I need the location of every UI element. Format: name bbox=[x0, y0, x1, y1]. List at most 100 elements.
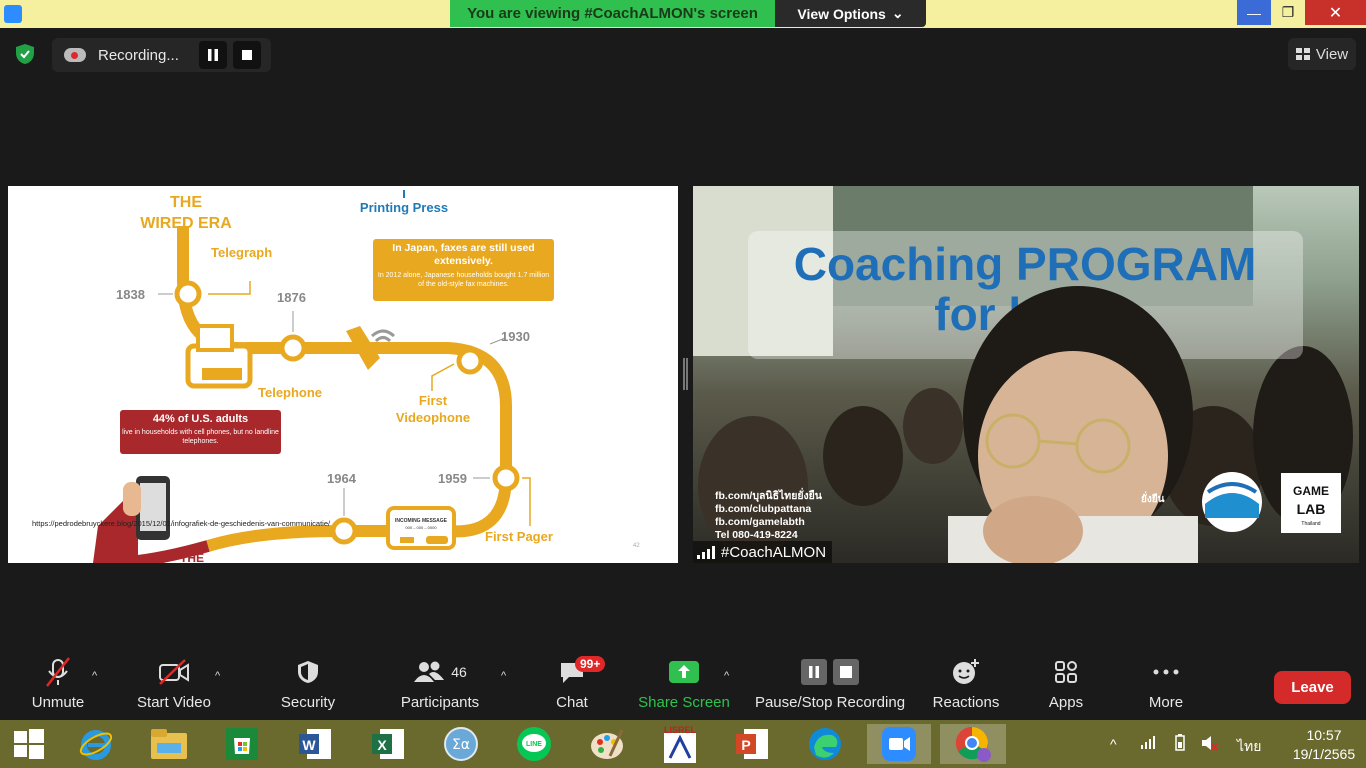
start-video-button[interactable]: Start Video bbox=[132, 650, 216, 720]
video-camera-off-icon bbox=[159, 659, 189, 685]
pager-number-text: 000 – 000 – 0000 bbox=[405, 525, 437, 530]
network-signal-icon[interactable] bbox=[1140, 734, 1156, 750]
participants-button[interactable]: 46 Participants bbox=[396, 650, 484, 720]
zoom-app-icon bbox=[882, 727, 916, 761]
the-partial-heading: THE bbox=[180, 551, 204, 563]
more-button[interactable]: More bbox=[1138, 650, 1194, 720]
source-url: https://pedrodebruyckere.blog/2015/12/01… bbox=[32, 519, 331, 528]
link-line-2: fb.com/clubpattana bbox=[715, 503, 811, 515]
security-label: Security bbox=[280, 694, 336, 711]
participant-name: #CoachALMON bbox=[721, 543, 827, 561]
leave-label: Leave bbox=[1291, 679, 1334, 696]
view-options-label: View Options bbox=[797, 5, 886, 22]
foundation-logo bbox=[1202, 472, 1262, 532]
microsoft-excel-icon: X bbox=[372, 729, 404, 759]
share-screen-icon bbox=[669, 661, 699, 683]
taskbar-math-app[interactable]: Σα bbox=[440, 724, 482, 764]
view-options-button[interactable]: View Options ⌄ bbox=[775, 0, 926, 27]
math-formula-icon: Σα bbox=[444, 727, 478, 761]
taskbar-line[interactable]: LINE bbox=[513, 724, 555, 764]
speaker-muted-icon[interactable] bbox=[1200, 734, 1218, 752]
apps-button[interactable]: Apps bbox=[1040, 650, 1092, 720]
reactions-label: Reactions bbox=[932, 694, 1000, 711]
year-1964: 1964 bbox=[327, 471, 357, 486]
lisrel-label: LISREL bbox=[664, 725, 697, 735]
lisrel-app-icon: LISREL bbox=[664, 725, 697, 763]
gamelab-logo: GAME LAB Thailand bbox=[1281, 473, 1341, 533]
taskbar-edge[interactable] bbox=[804, 724, 846, 764]
pause-recording-icon bbox=[801, 659, 827, 685]
chevron-down-icon: ⌄ bbox=[891, 5, 904, 21]
link-line-1: fb.com/บุลนิธิไทยยั่งยืน bbox=[715, 487, 823, 503]
encryption-shield-icon[interactable] bbox=[14, 43, 36, 65]
pause-recording-button[interactable] bbox=[199, 41, 227, 69]
apps-icon bbox=[1055, 661, 1077, 683]
audio-options-caret-icon[interactable]: ^ bbox=[92, 670, 97, 682]
meeting-toolbar: Unmute ^ Start Video ^ Security 46 Parti… bbox=[0, 650, 1366, 720]
timeline-node-1959 bbox=[492, 464, 520, 492]
recording-label: Recording... bbox=[98, 46, 179, 64]
leave-meeting-button[interactable]: Leave bbox=[1274, 671, 1351, 704]
microsoft-edge-icon bbox=[809, 728, 841, 760]
timeline-node-1930 bbox=[456, 347, 484, 375]
share-screen-button[interactable]: Share Screen bbox=[636, 650, 732, 720]
battery-icon[interactable] bbox=[1172, 733, 1188, 751]
taskbar-excel[interactable]: X bbox=[367, 724, 409, 764]
security-button[interactable]: Security bbox=[274, 650, 342, 720]
participant-video: Coaching PROGRAM for l r fb.com/บุลนิธิไ… bbox=[693, 186, 1359, 563]
slide-title-line2: WIRED ERA bbox=[140, 215, 232, 232]
line-app-icon: LINE bbox=[517, 727, 551, 761]
minimize-button[interactable]: — bbox=[1237, 0, 1271, 25]
taskbar-internet-explorer[interactable] bbox=[75, 724, 117, 764]
incoming-message-text: INCOMING MESSAGE bbox=[395, 518, 448, 524]
reactions-button[interactable]: Reactions bbox=[928, 650, 1004, 720]
gamelab-logo-text-2: LAB bbox=[1297, 501, 1326, 517]
recording-indicator: Recording... bbox=[52, 38, 271, 72]
taskbar-word[interactable]: W bbox=[294, 724, 336, 764]
participant-name-tag: #CoachALMON bbox=[693, 541, 833, 563]
windows-taskbar: W X Σα LINE LISREL P bbox=[0, 720, 1366, 768]
chat-label: Chat bbox=[556, 694, 588, 711]
stop-icon bbox=[242, 50, 252, 60]
view-layout-button[interactable]: View bbox=[1288, 38, 1356, 70]
share-options-caret-icon[interactable]: ^ bbox=[724, 670, 729, 682]
coaching-banner-line1: Coaching PROGRAM bbox=[794, 238, 1257, 290]
taskbar-zoom[interactable] bbox=[867, 724, 931, 764]
pause-stop-recording-label: Pause/Stop Recording bbox=[754, 694, 906, 711]
paint-palette-icon bbox=[591, 729, 624, 759]
japan-fax-body: In 2012 alone, Japanese households bough… bbox=[377, 272, 550, 288]
show-hidden-icons-caret[interactable]: ^ bbox=[1110, 736, 1117, 752]
system-clock[interactable]: 10:57 19/1/2565 bbox=[1286, 726, 1362, 764]
cloud-recording-icon bbox=[64, 48, 86, 62]
apps-label: Apps bbox=[1048, 694, 1084, 711]
svg-text:W: W bbox=[302, 737, 316, 753]
taskbar-file-explorer[interactable] bbox=[148, 724, 190, 764]
taskbar-powerpoint[interactable]: P bbox=[731, 724, 773, 764]
taskbar-paint[interactable] bbox=[586, 724, 628, 764]
stop-recording-icon bbox=[833, 659, 859, 685]
stop-recording-button[interactable] bbox=[233, 41, 261, 69]
link-line-3: fb.com/gamelabth bbox=[715, 516, 805, 528]
split-view-divider[interactable] bbox=[683, 358, 688, 390]
close-button[interactable]: ✕ bbox=[1305, 0, 1366, 25]
slide-title-line1: THE bbox=[170, 194, 202, 211]
taskbar-lisrel[interactable]: LISREL bbox=[659, 724, 701, 764]
input-language-indicator[interactable]: ไทย bbox=[1237, 736, 1261, 758]
year-1838: 1838 bbox=[116, 287, 145, 302]
year-1930: 1930 bbox=[501, 329, 530, 344]
maximize-button[interactable]: ❐ bbox=[1271, 0, 1305, 25]
taskbar-chrome[interactable] bbox=[940, 724, 1006, 764]
video-frame: Coaching PROGRAM for l r fb.com/บุลนิธิไ… bbox=[693, 186, 1353, 563]
windows-start-button[interactable] bbox=[8, 724, 50, 764]
participants-caret-icon[interactable]: ^ bbox=[501, 670, 506, 682]
gamelab-logo-text-1: GAME bbox=[1293, 484, 1329, 498]
taskbar-microsoft-store[interactable] bbox=[221, 724, 263, 764]
pause-stop-recording-button[interactable]: Pause/Stop Recording bbox=[752, 650, 908, 720]
video-options-caret-icon[interactable]: ^ bbox=[215, 670, 220, 682]
first-videophone-line1: First bbox=[419, 393, 448, 408]
unmute-button[interactable]: Unmute bbox=[22, 650, 94, 720]
timeline-node-1876 bbox=[279, 334, 307, 362]
maximize-icon: ❐ bbox=[1281, 4, 1295, 20]
telegraph-label: Telegraph bbox=[211, 245, 272, 260]
us-adults-title: 44% of U.S. adults bbox=[152, 413, 249, 425]
